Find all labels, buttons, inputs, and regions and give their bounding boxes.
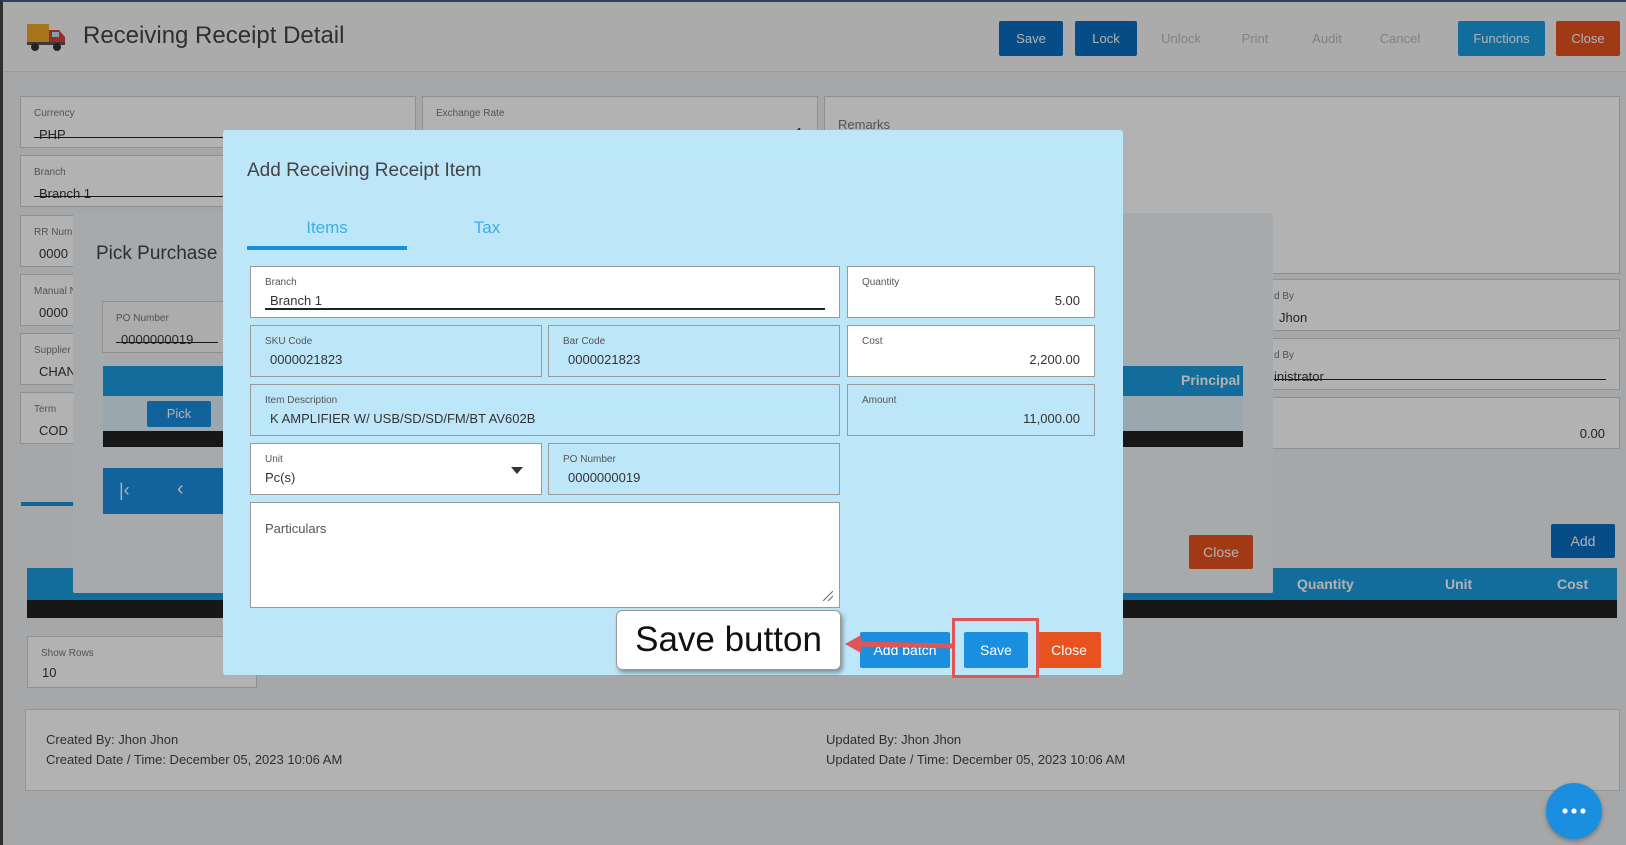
unit-select[interactable]: Unit Pc(s): [250, 443, 542, 495]
cost-input[interactable]: Cost 2,200.00: [847, 325, 1095, 377]
modal-title: Add Receiving Receipt Item: [247, 160, 482, 181]
more-dots-icon: [1562, 808, 1586, 814]
branch-input[interactable]: Branch Branch 1: [250, 266, 840, 318]
arrow-left-icon: [845, 635, 954, 653]
chat-fab-button[interactable]: [1546, 783, 1602, 839]
modal-close-button[interactable]: Close: [1037, 632, 1101, 668]
sku-code-field: SKU Code 0000021823: [250, 325, 542, 377]
tab-items[interactable]: Items: [247, 218, 407, 250]
resize-handle-icon[interactable]: [823, 591, 833, 601]
quantity-input[interactable]: Quantity 5.00: [847, 266, 1095, 318]
po-number-field: PO Number 0000000019: [548, 443, 840, 495]
tab-tax[interactable]: Tax: [407, 218, 567, 250]
save-button-callout: Save button: [616, 610, 841, 670]
bar-code-field: Bar Code 0000021823: [548, 325, 840, 377]
chevron-down-icon[interactable]: [511, 467, 523, 474]
amount-field: Amount 11,000.00: [847, 384, 1095, 436]
item-description-field: Item Description K AMPLIFIER W/ USB/SD/S…: [250, 384, 840, 436]
save-highlight-box: [952, 618, 1039, 678]
particulars-textarea[interactable]: Particulars: [250, 502, 840, 608]
add-receiving-receipt-item-modal: Add Receiving Receipt Item Items Tax Bra…: [223, 130, 1123, 675]
